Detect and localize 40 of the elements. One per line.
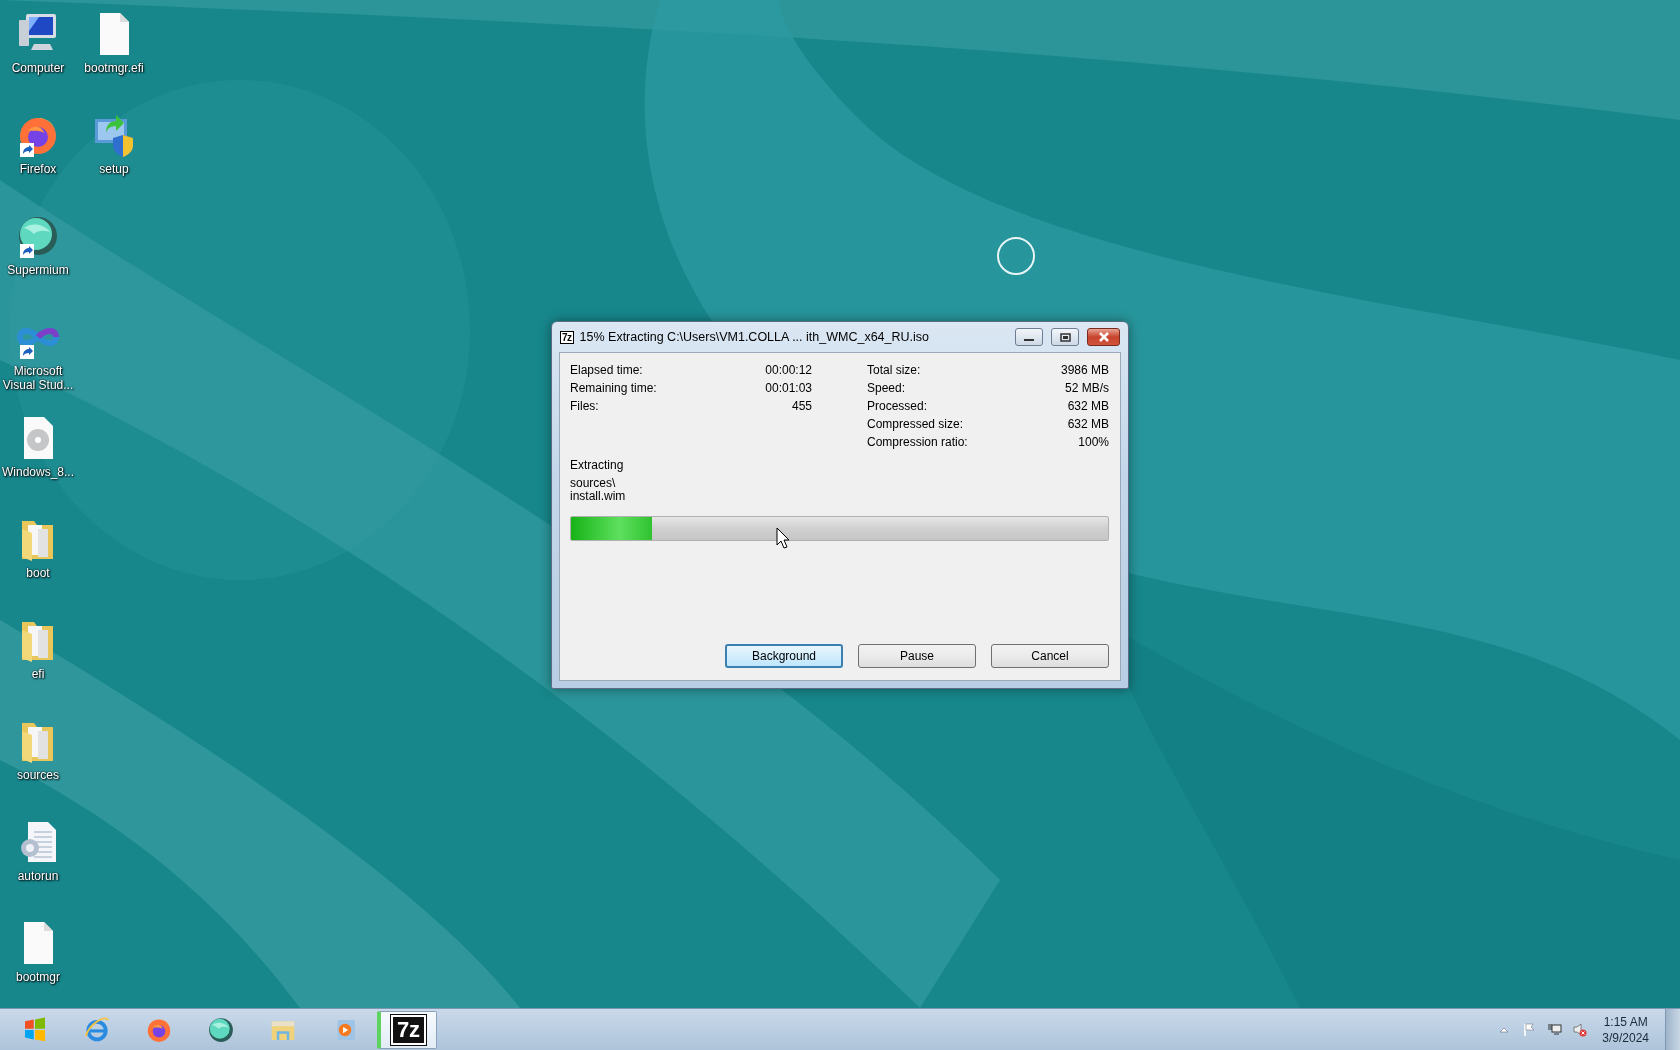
archive-logo: 7z [390, 1014, 427, 1045]
stat-label: Speed: [867, 381, 907, 395]
desktop-icon-label[interactable]: bootmgr [0, 970, 76, 984]
desktop-icon-label[interactable]: Microsoft Visual Stud... [0, 364, 76, 392]
stat-value: 455 [790, 399, 812, 413]
desktop-icon-label[interactable]: efi [0, 667, 76, 681]
clock-date[interactable]: 3/9/2024 [1602, 1029, 1649, 1046]
stat-label: Files: [570, 399, 600, 413]
desktop-icon-label[interactable]: autorun [0, 869, 76, 883]
dialog-button[interactable]: Background [725, 644, 843, 668]
stat-label: Processed: [867, 399, 929, 413]
stat-value: 3986 MB [1060, 363, 1109, 377]
stat-label: Remaining time: [570, 381, 658, 395]
desktop-icon-label[interactable]: bootmgr.efi [76, 61, 152, 75]
stat-label: Compressed size: [867, 417, 965, 431]
stat-value: 00:01:03 [765, 381, 812, 395]
taskbar-button[interactable]: 7z [377, 1010, 437, 1049]
stat-label: Total size: [867, 363, 922, 377]
status-label: Extracting [570, 458, 625, 472]
desktop-icon-label[interactable]: Windows_8... [0, 465, 76, 479]
dialog-button[interactable]: Pause [858, 644, 976, 668]
desktop-icon-label[interactable]: boot [0, 566, 76, 580]
stat-label: Compression ratio: [867, 435, 969, 449]
stat-value: 100% [1077, 435, 1109, 449]
stat-value: 00:00:12 [765, 363, 812, 377]
file-path-line: sources\ [570, 477, 616, 490]
clock-time[interactable]: 1:15 AM [1603, 1013, 1648, 1030]
desktop-icon-label[interactable]: sources [0, 768, 76, 782]
stat-label: Elapsed time: [570, 363, 644, 377]
desktop-icon-label[interactable]: Computer [0, 61, 76, 75]
dialog-button[interactable]: Cancel [991, 644, 1109, 668]
desktop-icon-label[interactable]: setup [76, 162, 152, 176]
desktop-icon-label[interactable]: Firefox [0, 162, 76, 176]
stat-value: 52 MB/s [1064, 381, 1109, 395]
window-title: 15% Extracting C:\Users\VM1.COLLA ... ith_WMC_x64_RU.iso [579, 330, 930, 344]
stat-value: 632 MB [1066, 399, 1109, 413]
stat-value: 632 MB [1066, 417, 1109, 431]
archive-logo: 7z [560, 330, 574, 344]
desktop-icon-label[interactable]: Supermium [0, 263, 76, 277]
file-path-line: install.wim [570, 490, 626, 503]
